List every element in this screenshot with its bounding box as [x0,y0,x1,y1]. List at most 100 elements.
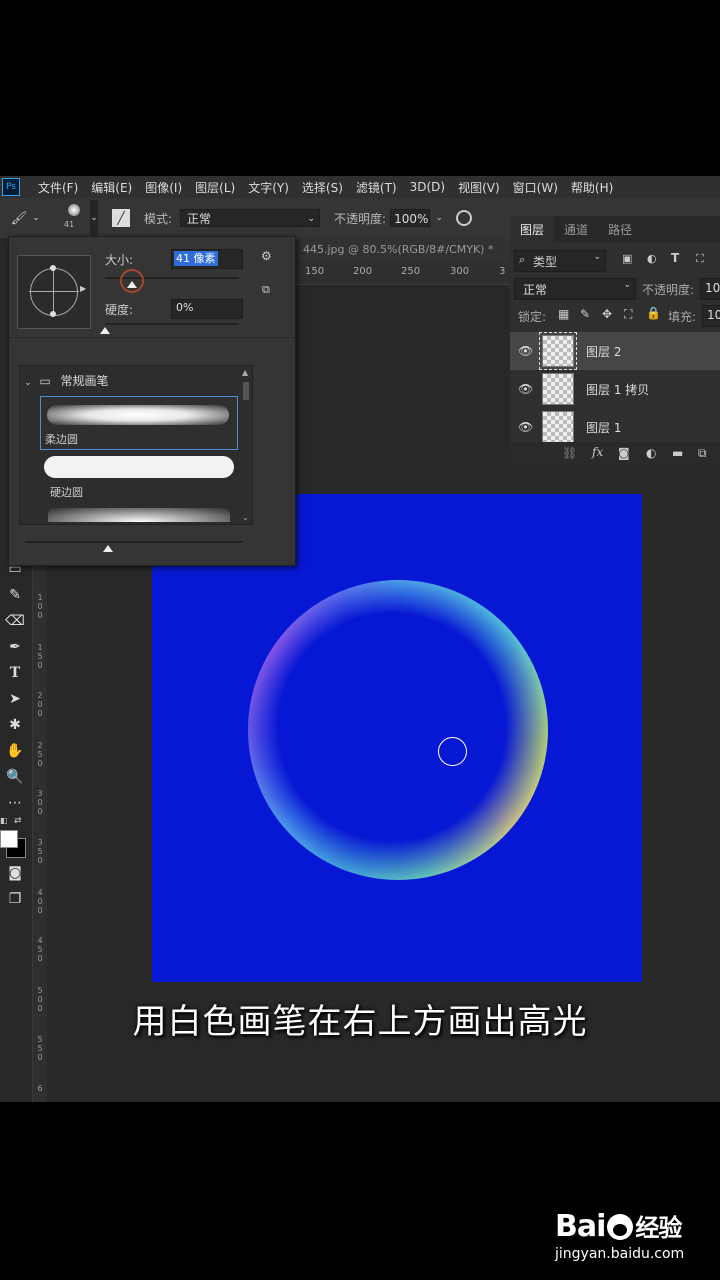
document-canvas[interactable] [152,494,642,982]
path-selection-icon[interactable]: ➤ [0,686,30,712]
brush-preset-partial[interactable] [48,508,230,522]
visibility-eye-icon[interactable]: 👁 [518,420,533,434]
preview-size-thumb[interactable] [103,545,113,552]
gear-icon[interactable]: ⚙ [261,249,272,263]
lock-transparent-icon[interactable]: ▦ [558,307,569,321]
menu-filter[interactable]: 滤镜(T) [356,179,397,196]
roundness-handle-bottom[interactable] [50,311,56,317]
menu-type[interactable]: 文字(Y) [248,179,289,196]
brush-preset-soft-round[interactable]: 柔边圆 [40,396,238,450]
filter-pixel-icon[interactable]: ▣ [622,252,632,265]
eraser-icon[interactable]: ⌫ [0,608,30,634]
layer-row[interactable]: 👁 图层 1 拷贝 [510,370,720,408]
filter-shape-icon[interactable]: ⛶ [696,252,704,266]
swap-colors-icon[interactable]: ⇄ [14,816,22,826]
menu-window[interactable]: 窗口(W) [513,179,558,196]
new-preset-icon[interactable]: ⧉ [262,283,270,297]
menu-help[interactable]: 帮助(H) [571,179,613,196]
blend-mode-value: 正常 [523,283,548,297]
chevron-down-icon[interactable]: ⌄ [30,213,42,223]
size-input[interactable]: 41 像素 [171,249,243,269]
scroll-down-icon[interactable]: ⌄ [242,513,249,522]
add-mask-icon[interactable]: ◙ [618,446,630,460]
new-layer-icon[interactable]: ⧉ [698,446,707,461]
lock-image-icon[interactable]: ✎ [580,307,590,321]
menu-view[interactable]: 视图(V) [458,179,500,196]
hand-tool-icon[interactable]: ✋ [0,738,30,764]
color-swatches[interactable]: ◧ ⇄ [0,816,30,860]
preview-size-slider[interactable] [25,541,243,552]
roundness-handle-top[interactable] [50,265,56,271]
layer-row[interactable]: 👁 图层 2 [510,332,720,370]
ruler-tick-label: 250 [37,741,43,768]
visibility-eye-icon[interactable]: 👁 [518,344,533,358]
menu-select[interactable]: 选择(S) [302,179,343,196]
layer-name: 图层 2 [586,344,622,359]
filter-type-icon[interactable]: T [671,251,679,265]
brush-preset-name: 硬边圆 [50,486,83,499]
more-tools-icon[interactable]: ⋯ [0,790,30,816]
mode-select[interactable]: 正常 ⌄ [180,209,321,227]
brush-preset-hard-round[interactable]: 硬边圆 [40,452,236,502]
brush-group-header[interactable]: ⌄ ▭ 常规画笔 [24,372,224,390]
ruler-tick-label: 350 [37,838,43,865]
document-tab[interactable]: 445.jpg @ 80.5%(RGB/8#/CMYK) * [295,238,510,262]
link-layers-icon[interactable]: ⛓ [562,446,577,460]
brush-angle-preview[interactable]: ▶ [17,255,91,329]
filter-adjustment-icon[interactable]: ◐ [647,252,657,265]
angle-arrow-icon[interactable]: ▶ [80,284,86,293]
brush-picker-toggle[interactable]: ⌄ [90,200,98,236]
type-tool-icon[interactable]: T [0,660,30,686]
zoom-icon[interactable]: 🔍 [0,764,30,790]
layer-thumbnail [542,373,574,405]
opacity-value: 100% [394,212,429,226]
lock-position-icon[interactable]: ✥ [602,307,612,321]
brush-preset-name: 柔边圆 [45,433,78,446]
brush-settings-panel-icon[interactable]: ╱ [112,209,130,227]
menu-3d[interactable]: 3D(D) [410,180,445,194]
tab-layers[interactable]: 图层 [510,215,555,243]
menu-edit[interactable]: 编辑(E) [91,179,132,196]
default-colors-icon[interactable]: ◧ [0,816,8,825]
custom-shape-icon[interactable]: ✱ [0,712,30,738]
pen-tool-icon[interactable]: ✒ [0,634,30,660]
mode-label: 模式: [144,211,173,226]
lock-all-icon[interactable]: 🔒 [646,306,661,320]
layer-row[interactable]: 👁 图层 1 [510,408,720,446]
layer-filter-select[interactable]: ⌕ 类型 ⌄ [514,250,606,272]
brush-tool-icon[interactable]: 🖌 [8,211,30,226]
foreground-color-swatch[interactable] [0,830,18,848]
fx-icon[interactable]: fx [592,445,603,459]
screen-mode-icon[interactable]: ❐ [0,886,30,912]
fill-input[interactable]: 10 [702,305,720,327]
brush-list-scrollbar[interactable]: ▲ ⌄ [242,368,250,522]
layer-opacity-input[interactable]: 10 [700,278,720,300]
lock-artboard-icon[interactable]: ⛶ [624,307,632,322]
size-label: 大小: [105,253,134,267]
adjustment-layer-icon[interactable]: ◐ [646,446,656,460]
brush-preset-picker[interactable]: 41 [60,200,90,236]
chevron-down-icon[interactable]: ⌄ [432,213,446,223]
menu-layer[interactable]: 图层(L) [195,179,235,196]
folder-icon[interactable]: ▬ [672,446,683,460]
pressure-opacity-icon[interactable] [456,210,473,226]
hardness-slider[interactable] [100,323,239,334]
photoshop-logo-icon: Ps [2,178,20,196]
visibility-eye-icon[interactable]: 👁 [518,382,533,396]
quick-mask-icon[interactable]: ◙ [0,860,30,886]
hardness-slider-thumb[interactable] [100,327,110,334]
scrollbar-thumb[interactable] [243,382,249,400]
menu-file[interactable]: 文件(F) [38,179,78,196]
blend-mode-select[interactable]: 正常 ⌄ [514,278,636,300]
ruler-tick-label: 200 [353,266,373,277]
opacity-input[interactable]: 100% [390,209,431,227]
menu-image[interactable]: 图像(I) [145,179,182,196]
hardness-value: 0% [176,301,194,314]
tab-channels[interactable]: 通道 [554,216,598,243]
healing-brush-icon[interactable]: ✎ [0,582,30,608]
scroll-up-icon[interactable]: ▲ [242,368,248,377]
hardness-input[interactable]: 0% [171,299,243,319]
baidu-brand-text: Bai [555,1209,606,1244]
tab-paths[interactable]: 路径 [598,216,642,243]
brush-roundness-circle [30,268,78,316]
